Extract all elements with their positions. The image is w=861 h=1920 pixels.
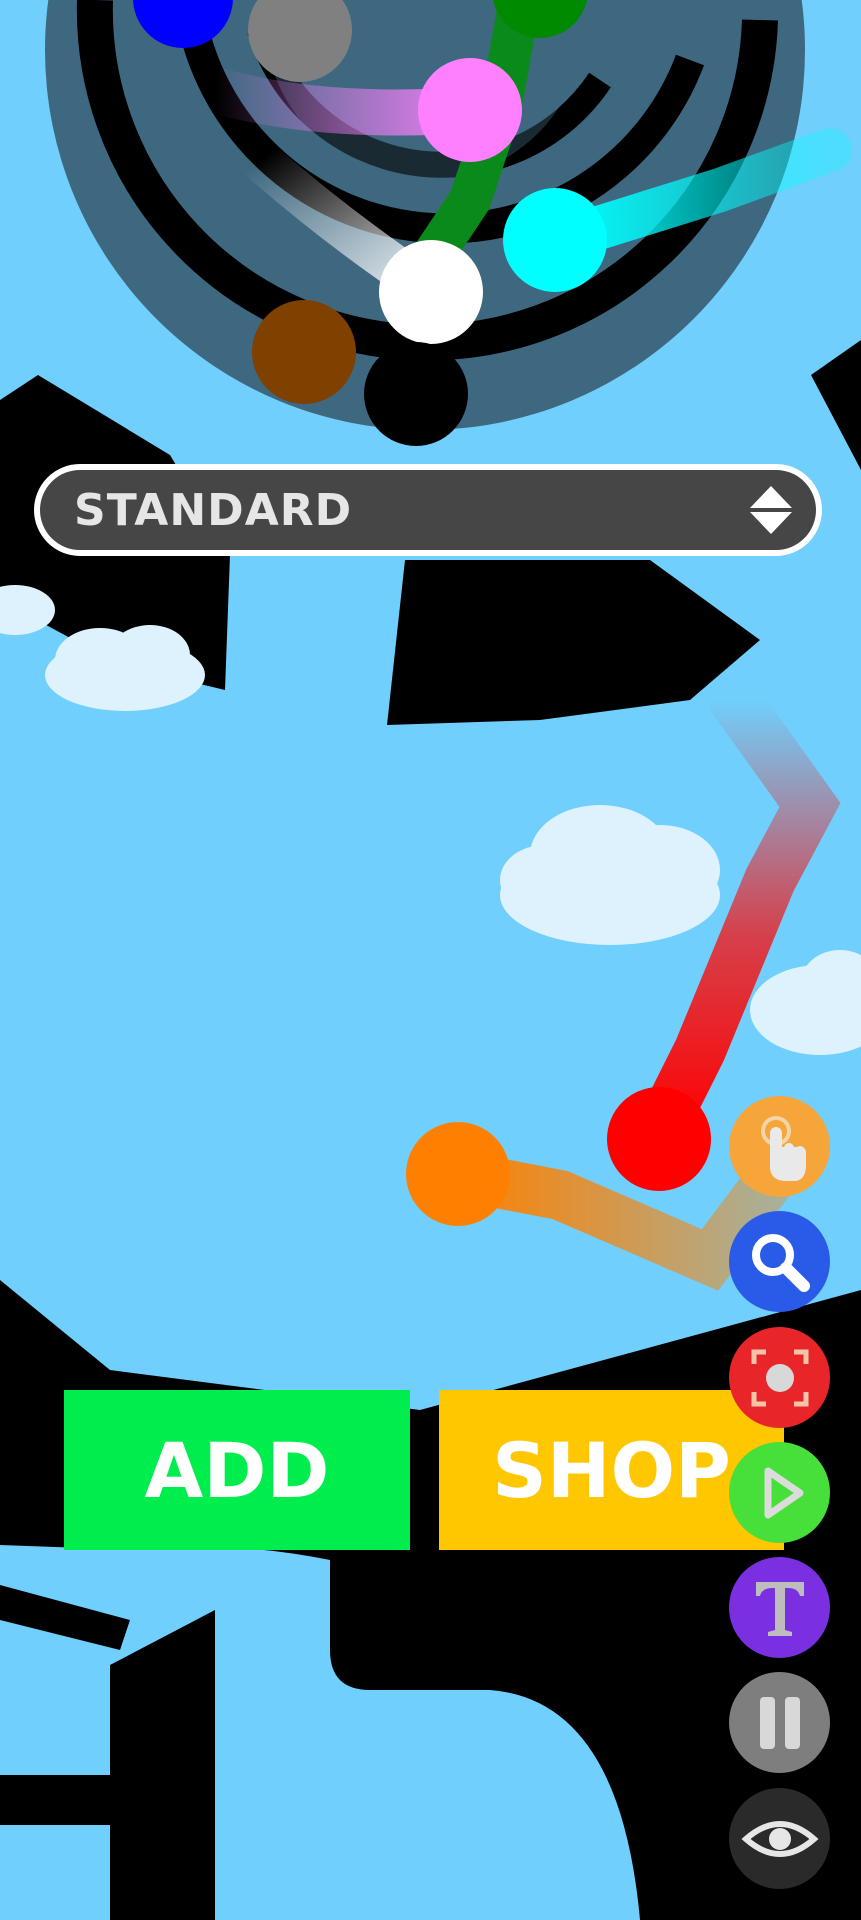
add-button[interactable]: ADD — [64, 1390, 410, 1550]
ball-cyan — [503, 188, 607, 292]
visibility-tool-button[interactable] — [729, 1788, 830, 1889]
zoom-tool-button[interactable] — [729, 1211, 830, 1312]
ball-pink — [418, 58, 522, 162]
mode-dropdown-value: STANDARD — [74, 484, 353, 536]
tap-tool-button[interactable] — [729, 1096, 830, 1197]
ball-black — [364, 342, 468, 446]
mode-dropdown[interactable]: STANDARD — [34, 464, 822, 556]
letter-t-icon — [755, 1581, 804, 1636]
pause-tool-button[interactable] — [729, 1672, 830, 1773]
ball-orange — [406, 1122, 510, 1226]
screenshot-frame-icon — [751, 1349, 808, 1406]
game-scene — [0, 0, 861, 1920]
pause-icon — [759, 1696, 800, 1749]
play-icon — [764, 1467, 803, 1518]
shop-button[interactable]: SHOP — [439, 1390, 784, 1550]
play-tool-button[interactable] — [729, 1442, 830, 1543]
up-down-arrows-icon — [750, 486, 792, 534]
ball-brown — [252, 300, 356, 404]
text-tool-button[interactable] — [729, 1557, 830, 1658]
ball-white — [379, 240, 483, 344]
capture-tool-button[interactable] — [729, 1327, 830, 1428]
hand-pointer-icon — [760, 1115, 806, 1181]
ball-red — [607, 1087, 711, 1191]
magnifier-icon — [751, 1233, 810, 1292]
eye-icon — [740, 1820, 819, 1857]
